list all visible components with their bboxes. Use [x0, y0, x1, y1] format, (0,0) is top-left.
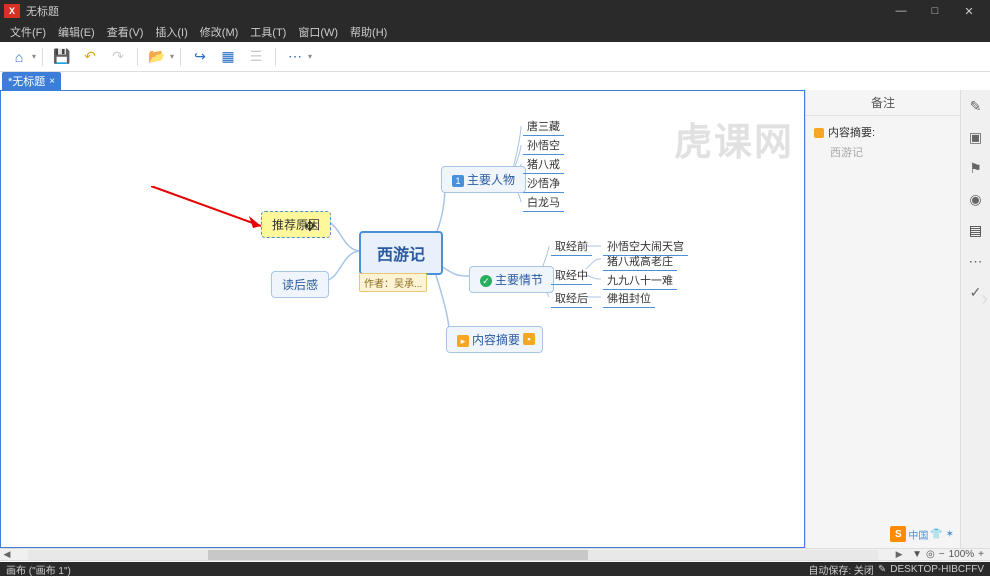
maximize-button[interactable]: □	[918, 0, 952, 22]
rail-task-icon[interactable]: ✓	[970, 284, 982, 301]
notes-header: 备注	[806, 90, 960, 116]
menu-help[interactable]: 帮助(H)	[344, 24, 393, 40]
leaf-event-2[interactable]: 佛祖封位	[603, 289, 655, 308]
zoom-level[interactable]: 100%	[949, 549, 975, 560]
list-button[interactable]: ☰	[243, 45, 269, 69]
node-review[interactable]: 读后感	[271, 271, 329, 298]
leaf-event-1a[interactable]: 猪八戒高老庄	[603, 252, 677, 271]
bullet-icon	[814, 128, 824, 138]
text-cursor-icon: ✥	[304, 218, 316, 235]
rail-notes-icon[interactable]: ▤	[969, 222, 982, 239]
status-host: DESKTOP-HIBCFFV	[890, 564, 984, 575]
save-button[interactable]: 💾	[49, 45, 75, 69]
zoom-in-button[interactable]: +	[978, 549, 984, 560]
rail-format-icon[interactable]: ✎	[970, 98, 982, 115]
status-bar: 画布 ("画布 1") 自动保存: 关闭 ✎ DESKTOP-HIBCFFV	[0, 562, 990, 576]
dropdown-icon[interactable]: ▾	[308, 52, 312, 61]
node-label: 主要人物	[467, 173, 515, 187]
zoom-out-button[interactable]: −	[939, 549, 945, 560]
leaf-char-4[interactable]: 白龙马	[523, 193, 564, 212]
target-icon[interactable]: ◎	[926, 549, 935, 560]
leaf-phase-2[interactable]: 取经后	[551, 289, 592, 308]
menu-modify[interactable]: 修改(M)	[194, 24, 245, 40]
note-text[interactable]: 西游记	[814, 144, 952, 160]
open-button[interactable]: 📂	[144, 45, 170, 69]
author-label: 作者：吴承...	[359, 273, 427, 292]
app-icon: X	[4, 4, 20, 18]
leaf-char-0[interactable]: 唐三藏	[523, 117, 564, 136]
next-arrow-icon[interactable]: ›	[981, 288, 988, 311]
note-icon: ▸	[457, 335, 469, 347]
undo-button[interactable]: ↶	[77, 45, 103, 69]
node-label: 内容摘要	[472, 333, 520, 347]
title-bar: X 无标题 — □ ✕	[0, 0, 990, 22]
export-button[interactable]: ▦	[215, 45, 241, 69]
document-tabs: *无标题 ×	[0, 72, 990, 90]
leaf-char-1[interactable]: 孙悟空	[523, 136, 564, 155]
node-characters[interactable]: 1主要人物	[441, 166, 526, 193]
minimize-button[interactable]: —	[884, 0, 918, 22]
priority-icon: 1	[452, 175, 464, 187]
leaf-event-1b[interactable]: 九九八十一难	[603, 271, 677, 290]
menu-file[interactable]: 文件(F)	[4, 24, 52, 40]
notes-panel: 备注 内容摘要: 西游记 S 中国 👕 ✶	[805, 90, 960, 548]
canvas[interactable]: 虎课网	[0, 90, 805, 548]
node-plot[interactable]: ✓主要情节	[469, 266, 554, 293]
sogou-icon: S	[890, 526, 906, 542]
leaf-phase-0[interactable]: 取经前	[551, 237, 592, 256]
share-button[interactable]: ↪	[187, 45, 213, 69]
toolbar: ⌂▾ 💾 ↶ ↷ 📂▾ ↪ ▦ ☰ ⋯▾	[0, 42, 990, 72]
leaf-char-3[interactable]: 沙悟净	[523, 174, 564, 193]
menu-insert[interactable]: 插入(I)	[149, 24, 193, 40]
dropdown-icon[interactable]: ▾	[32, 52, 36, 61]
tab-close-icon[interactable]: ×	[49, 76, 55, 87]
rail-marker-icon[interactable]: ◉	[969, 191, 981, 208]
ime-indicator: S 中国 👕 ✶	[806, 520, 960, 549]
rail-comment-icon[interactable]: ⋯	[969, 253, 983, 270]
rail-image-icon[interactable]: ▣	[969, 129, 982, 146]
more-button[interactable]: ⋯	[282, 45, 308, 69]
menu-view[interactable]: 查看(V)	[101, 24, 150, 40]
ime-extras: 👕 ✶	[930, 529, 954, 540]
right-rail: ✎ ▣ ⚑ ◉ ▤ ⋯ ✓	[960, 90, 990, 548]
menu-bar: 文件(F) 编辑(E) 查看(V) 插入(I) 修改(M) 工具(T) 窗口(W…	[0, 22, 990, 42]
rail-flag-icon[interactable]: ⚑	[969, 160, 982, 177]
menu-window[interactable]: 窗口(W)	[292, 24, 344, 40]
node-recommend[interactable]: 推荐原因 ✥	[261, 211, 331, 238]
node-summary[interactable]: ▸内容摘要 ▪	[446, 326, 543, 353]
menu-tools[interactable]: 工具(T)	[244, 24, 292, 40]
scroll-track[interactable]	[28, 550, 878, 560]
scroll-right-icon[interactable]: ▶	[892, 549, 906, 560]
attachment-icon: ▪	[523, 333, 535, 345]
dropdown-icon[interactable]: ▾	[170, 52, 174, 61]
leaf-phase-1[interactable]: 取经中	[551, 266, 592, 285]
h-scrollbar[interactable]: ◀ ▶ ▼ ◎ − 100% +	[0, 548, 990, 560]
scroll-thumb[interactable]	[208, 550, 588, 560]
window-title: 无标题	[26, 3, 884, 19]
status-left: 画布 ("画布 1")	[6, 562, 71, 577]
redo-button[interactable]: ↷	[105, 45, 131, 69]
check-icon: ✓	[480, 275, 492, 287]
ime-brand: 中国	[908, 527, 928, 542]
scroll-left-icon[interactable]: ◀	[0, 549, 14, 560]
home-button[interactable]: ⌂	[6, 45, 32, 69]
close-button[interactable]: ✕	[952, 0, 986, 22]
connectors	[1, 91, 804, 547]
menu-edit[interactable]: 编辑(E)	[52, 24, 101, 40]
filter-icon[interactable]: ▼	[912, 549, 922, 560]
tab-label: *无标题	[8, 73, 45, 89]
tab-untitled[interactable]: *无标题 ×	[2, 72, 61, 90]
note-title: 内容摘要:	[814, 124, 952, 140]
root-node[interactable]: 西游记	[359, 231, 443, 275]
leaf-char-2[interactable]: 猪八戒	[523, 155, 564, 174]
node-label: 主要情节	[495, 273, 543, 287]
status-autosave: 自动保存: 关闭	[808, 562, 874, 577]
